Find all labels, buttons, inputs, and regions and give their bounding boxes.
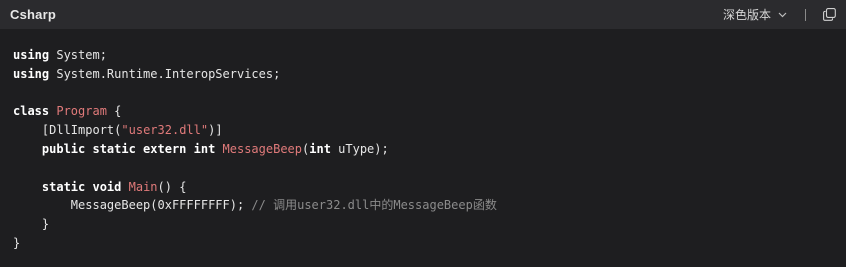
- code-block-header: Csharp 深色版本: [0, 0, 846, 29]
- code-text: uType);: [330, 141, 389, 156]
- code-line-4: class Program {: [13, 104, 121, 118]
- keyword: using: [13, 66, 50, 81]
- code-text: System;: [49, 48, 107, 62]
- keyword: using: [13, 48, 50, 62]
- code-block: Csharp 深色版本 using System; using System.R…: [0, 0, 846, 267]
- theme-label: 深色版本: [722, 8, 771, 22]
- code-line-11: }: [13, 235, 21, 250]
- string-literal: "user32.dll": [121, 123, 209, 138]
- theme-select-button[interactable]: 深色版本: [723, 6, 787, 23]
- method-name: MessageBeep: [222, 141, 303, 156]
- code-content: using System; using System.Runtime.Inter…: [0, 29, 846, 253]
- code-comment: // 调用user32.dll中的MessageBeep函数: [251, 198, 497, 213]
- code-line-2: using System.Runtime.InteropServices;: [13, 67, 280, 81]
- header-actions: 深色版本: [723, 6, 836, 23]
- code-line-9: MessageBeep(0xFFFFFFFF); // 调用user32.dll…: [13, 198, 497, 212]
- method-name: Main: [128, 179, 158, 194]
- code-line-5: [DllImport("user32.dll")]: [13, 123, 223, 137]
- code-text: System.Runtime.InteropServices;: [49, 66, 281, 81]
- keyword: public static extern int: [41, 141, 216, 156]
- copy-icon[interactable]: [822, 8, 836, 22]
- code-line-6: public static extern int MessageBeep(int…: [13, 142, 389, 156]
- keyword: static void: [41, 179, 122, 194]
- code-text: )]: [208, 123, 223, 138]
- language-label: Csharp: [10, 7, 56, 22]
- code-line-10: }: [13, 217, 50, 232]
- chevron-down-icon: [777, 10, 787, 20]
- code-text: [DllImport(: [41, 123, 122, 138]
- code-text: {: [106, 104, 122, 119]
- header-divider: [805, 8, 806, 21]
- keyword: int: [309, 141, 331, 156]
- code-text: MessageBeep(0xFFFFFFFF);: [70, 198, 252, 213]
- class-name: Program: [56, 104, 107, 119]
- code-line-1: using System;: [13, 48, 107, 62]
- code-text: () {: [157, 179, 187, 194]
- keyword: class: [13, 104, 50, 119]
- code-line-8: static void Main() {: [13, 179, 187, 194]
